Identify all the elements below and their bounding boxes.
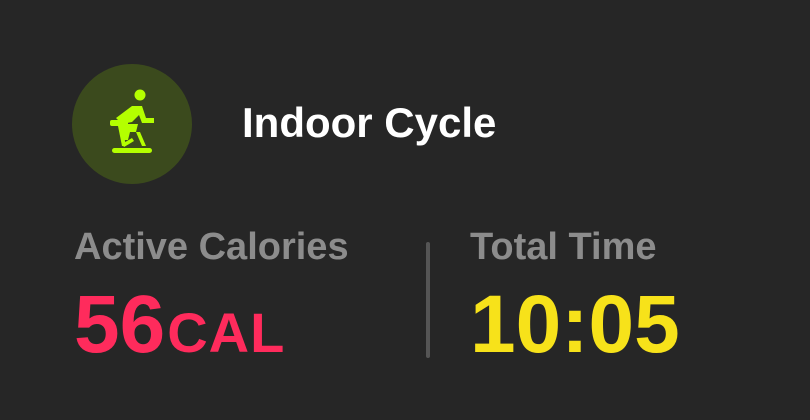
workout-summary-card: Indoor Cycle Active Calories 56CAL Total… (0, 0, 810, 420)
active-calories-label: Active Calories (74, 226, 349, 268)
active-calories-value: 56CAL (74, 280, 285, 378)
total-time-label: Total Time (470, 226, 657, 268)
workout-title: Indoor Cycle (242, 99, 497, 146)
metric-divider (426, 242, 430, 358)
active-calories-unit: CAL (167, 301, 286, 364)
workout-icon-badge (72, 64, 192, 184)
total-time-value: 10:05 (470, 279, 680, 370)
active-calories-number: 56 (74, 279, 166, 370)
indoor-cycle-icon (110, 89, 154, 153)
